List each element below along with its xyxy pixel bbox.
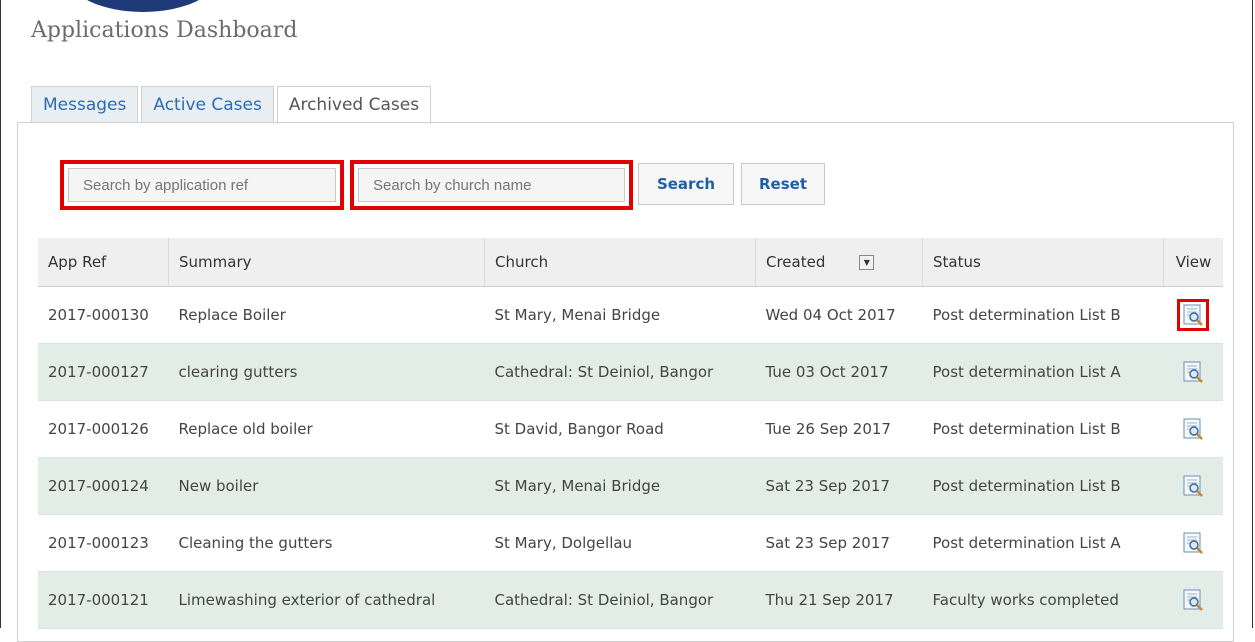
table-row: 2017-000127 clearing gutters Cathedral: …: [38, 343, 1223, 401]
cell-status: Post determination List A: [922, 514, 1164, 572]
tab-messages[interactable]: Messages: [31, 86, 139, 122]
cell-created: Wed 04 Oct 2017: [755, 286, 923, 344]
cases-table: App Ref Summary Church Created ▼ Status V…: [38, 238, 1223, 629]
cell-church: St Mary, Menai Bridge: [484, 457, 756, 515]
cell-summary: clearing gutters: [168, 343, 485, 401]
cell-church: St Mary, Dolgellau: [484, 514, 756, 572]
cell-status: Post determination List B: [922, 286, 1164, 344]
cell-view: [1163, 286, 1223, 344]
cell-view: [1163, 343, 1223, 401]
table-row: 2017-000126 Replace old boiler St David,…: [38, 400, 1223, 458]
table-row: 2017-000130 Replace Boiler St Mary, Mena…: [38, 286, 1223, 344]
cell-status: Post determination List A: [922, 343, 1164, 401]
cell-created: Tue 03 Oct 2017: [755, 343, 923, 401]
cell-created: Thu 21 Sep 2017: [755, 571, 923, 629]
column-header-status[interactable]: Status: [922, 238, 1164, 287]
cell-created: Tue 26 Sep 2017: [755, 400, 923, 458]
cell-created: Sat 23 Sep 2017: [755, 457, 923, 515]
table-row: 2017-000123 Cleaning the gutters St Mary…: [38, 514, 1223, 572]
page-title: Applications Dashboard: [31, 18, 298, 43]
cell-summary: New boiler: [168, 457, 485, 515]
cell-view: [1163, 571, 1223, 629]
magnifier-document-icon[interactable]: [1182, 589, 1204, 611]
magnifier-document-icon[interactable]: [1182, 418, 1204, 440]
view-button-highlight: [1177, 299, 1210, 331]
cell-summary: Replace old boiler: [168, 400, 485, 458]
magnifier-document-icon[interactable]: [1182, 304, 1204, 326]
tab-archived-cases[interactable]: Archived Cases: [276, 86, 432, 124]
column-header-summary[interactable]: Summary: [168, 238, 485, 287]
column-header-created[interactable]: Created ▼: [755, 238, 923, 287]
church-search-highlight: [350, 160, 633, 210]
cell-summary: Limewashing exterior of cathedral: [168, 571, 485, 629]
cell-created: Sat 23 Sep 2017: [755, 514, 923, 572]
cell-status: Post determination List B: [922, 400, 1164, 458]
column-header-view: View: [1163, 238, 1223, 287]
cell-view: [1163, 457, 1223, 515]
magnifier-document-icon[interactable]: [1182, 361, 1204, 383]
magnifier-document-icon[interactable]: [1182, 475, 1204, 497]
cell-app-ref: 2017-000121: [38, 571, 169, 629]
cell-status: Faculty works completed: [922, 571, 1164, 629]
cell-status: Post determination List B: [922, 457, 1164, 515]
cell-app-ref: 2017-000126: [38, 400, 169, 458]
app-ref-search-highlight: [60, 160, 344, 210]
cell-app-ref: 2017-000127: [38, 343, 169, 401]
church-search-input[interactable]: [358, 168, 625, 202]
cell-app-ref: 2017-000124: [38, 457, 169, 515]
table-header-row: App Ref Summary Church Created ▼ Status V…: [38, 238, 1223, 287]
cell-summary: Replace Boiler: [168, 286, 485, 344]
cell-view: [1163, 514, 1223, 572]
cell-church: St Mary, Menai Bridge: [484, 286, 756, 344]
cell-summary: Cleaning the gutters: [168, 514, 485, 572]
cell-church: Cathedral: St Deiniol, Bangor: [484, 571, 756, 629]
table-row: 2017-000121 Limewashing exterior of cath…: [38, 571, 1223, 629]
cell-church: Cathedral: St Deiniol, Bangor: [484, 343, 756, 401]
table-row: 2017-000124 New boiler St Mary, Menai Br…: [38, 457, 1223, 515]
cell-church: St David, Bangor Road: [484, 400, 756, 458]
column-header-church[interactable]: Church: [484, 238, 756, 287]
magnifier-document-icon[interactable]: [1182, 532, 1204, 554]
app-ref-search-input[interactable]: [68, 168, 336, 202]
cell-view: [1163, 400, 1223, 458]
column-header-app-ref[interactable]: App Ref: [38, 238, 169, 287]
search-button[interactable]: Search: [638, 163, 734, 205]
dropdown-arrow-icon[interactable]: ▼: [859, 255, 875, 270]
cell-app-ref: 2017-000123: [38, 514, 169, 572]
tab-bar: Messages Active Cases Archived Cases: [31, 86, 434, 124]
reset-button[interactable]: Reset: [741, 163, 825, 205]
tab-active-cases[interactable]: Active Cases: [141, 86, 274, 122]
cell-app-ref: 2017-000130: [38, 286, 169, 344]
